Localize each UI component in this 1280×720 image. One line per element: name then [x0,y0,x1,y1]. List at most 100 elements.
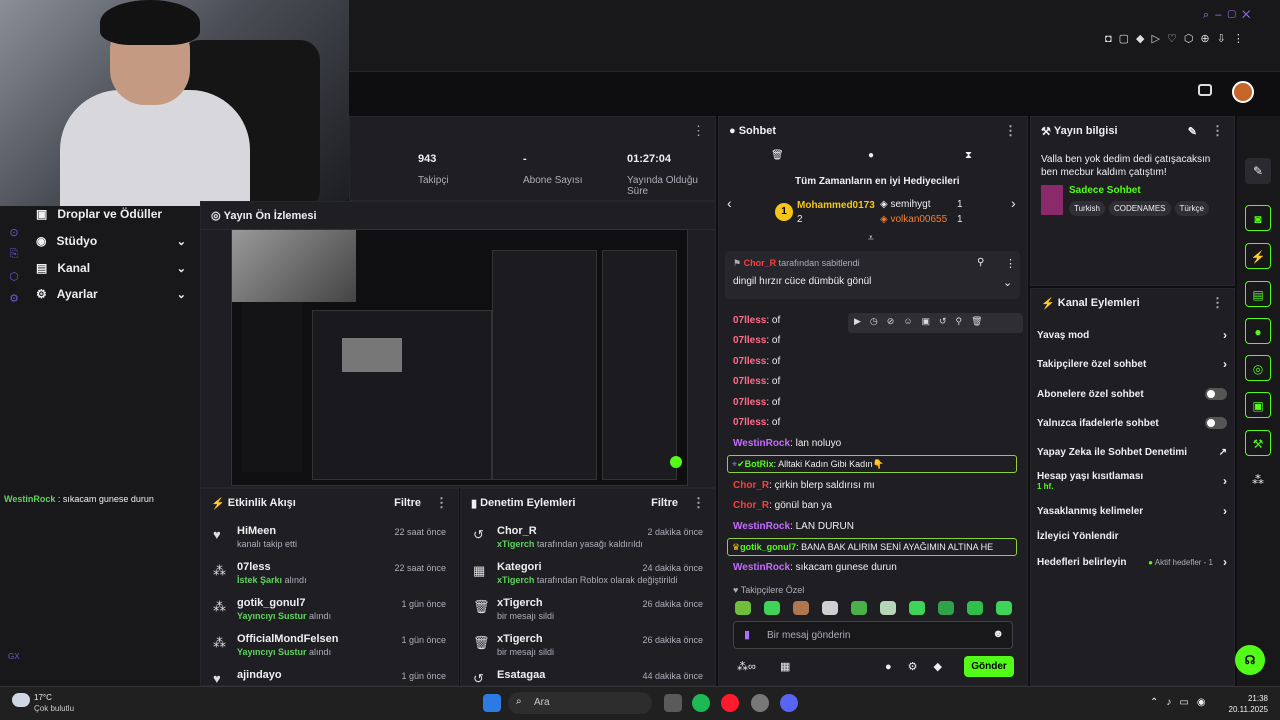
emote-icon[interactable] [735,601,751,615]
emote-icon[interactable] [880,601,896,615]
send-button[interactable]: Gönder [964,656,1014,677]
chat-user[interactable]: 07lless [733,397,766,408]
tag[interactable]: Türkçe [1174,201,1209,216]
chat-message[interactable]: 07lless: of [733,412,1013,432]
toggle-switch[interactable] [1205,388,1227,400]
chat-user[interactable]: WestinRock [733,562,790,573]
category-name[interactable]: Sadece Sohbet [1069,185,1141,196]
clock-date[interactable]: 20.11.2025 [1224,705,1268,714]
stream-info-menu-icon[interactable]: ⋮ [1211,123,1224,139]
chat-message[interactable]: WestinRock: sıkacam gunese durun [733,557,1013,577]
chat-bubble-icon[interactable]: ● [868,150,874,161]
document-icon[interactable]: ▤ [1245,281,1271,307]
chat-message-highlight[interactable]: ⌖ ✔ BotRix: Alltaki Kadın Gibi Kadın👇 [727,455,1017,473]
avatar[interactable] [1232,81,1254,103]
start-icon[interactable] [483,694,501,712]
chat-user[interactable]: 07lless [733,335,766,346]
nav-studio[interactable]: ◉ Stüdyo ⌄ [36,228,196,254]
chat-message[interactable]: WestinRock: LAN DURUN [733,516,1013,536]
moderation-filter-button[interactable]: Filtre [651,497,678,509]
chat-message-highlight[interactable]: ♛ gotik_gonul7: BANA BAK ALIRIM SENİ AYA… [727,538,1017,556]
pin-icon[interactable]: ⚲ [977,257,984,268]
nav-drops-rewards[interactable]: ▣ Droplar ve Ödüller [36,201,196,227]
activity-filter-button[interactable]: Filtre [394,497,421,509]
action-account-age[interactable]: Hesap yaşı kısıtlaması 1 hf. › [1037,467,1227,495]
trash-icon[interactable]: 🗑 [771,150,784,161]
chat-user[interactable]: Chor_R [733,500,769,511]
chat-message[interactable]: Chor_R: çirkin blerp saldırısı mı [733,475,1013,495]
stats-menu-icon[interactable]: ⋮ [692,123,705,139]
action-emote-only[interactable]: Yalnızca ifadelerle sohbet [1037,409,1227,437]
camera-icon[interactable]: ◙ [1245,205,1271,231]
chat-user[interactable]: gotik_gonul7 [740,542,796,552]
opera-gx-icon[interactable] [721,694,739,712]
layout-icon[interactable]: ▣ [1245,392,1271,418]
channel-actions-menu-icon[interactable]: ⋮ [1211,295,1224,311]
stream-manager-icon[interactable] [1198,84,1212,96]
task-view-icon[interactable] [664,694,682,712]
store-icon[interactable]: ▦ [780,660,790,673]
chat-menu-icon[interactable]: ⋮ [1004,123,1017,139]
emote-icon[interactable] [793,601,809,615]
window-controls[interactable]: ⌕ – ▢ ✕ [1203,9,1250,22]
chat-message[interactable]: Chor_R: gönül ban ya [733,495,1013,515]
clock-time[interactable]: 21:38 [1240,694,1268,703]
taskbar-search[interactable]: ⌕ Ara [508,692,652,714]
system-tray-icons[interactable]: ⌃♪▭◉ [1150,697,1214,708]
chat-icon[interactable]: ● [1245,318,1271,344]
action-ai-moderation[interactable]: Yapay Zeka ile Sohbet Denetimi ↗ [1037,438,1227,466]
action-goals[interactable]: Hedefleri belirleyin ● Aktif hedefler - 1… [1037,548,1227,576]
chat-user[interactable]: 07lless [733,315,766,326]
mic-icon[interactable]: ▮ [744,628,750,641]
collapse-icon[interactable]: ⩡ [868,233,874,244]
nav-settings[interactable]: ⚙ Ayarlar ⌄ [36,281,196,307]
action-subs-only[interactable]: Abonelere özel sohbet [1037,380,1227,408]
emote-icon[interactable] [822,601,838,615]
points-icon[interactable]: ⁂ [1245,467,1271,493]
chevron-left-icon[interactable]: ‹ [727,195,732,211]
chat-user[interactable]: BotRix [745,459,774,469]
browser-toolbar-icons[interactable]: ◘▢◆▷♡⬡⊕⇩⋮ [1105,32,1251,45]
pinned-message[interactable]: ⚑ Chor_R tarafından sabitlendi dingil hı… [725,251,1020,299]
spotify-icon[interactable] [692,694,710,712]
discord-icon[interactable] [780,694,798,712]
action-banned-words[interactable]: Yasaklanmış kelimeler › [1037,497,1227,525]
chat-actions-icons[interactable]: ●⚙◆ [885,660,958,673]
chat-message[interactable]: 07lless: of [733,351,1013,371]
chat-user[interactable]: 07lless [733,417,766,428]
edit-icon[interactable]: ✎ [1188,125,1197,138]
chat-user[interactable]: 07lless [733,376,766,387]
chat-user[interactable]: 07lless [733,356,766,367]
emoji-icon[interactable]: ☻ [992,628,1004,640]
chat-message[interactable]: 07lless: of [733,330,1013,350]
action-raid[interactable]: İzleyici Yönlendir [1037,522,1227,550]
broadcast-icon[interactable]: ◎ [1245,355,1271,381]
points-infinity-icon[interactable]: ⁂∞ [737,660,756,673]
chat-input[interactable]: ▮ Bir mesaj gönderin ☻ [733,621,1013,649]
stream-preview[interactable] [231,229,688,486]
chevron-down-icon[interactable]: ⌄ [1003,276,1012,289]
support-icon[interactable]: ☊ [1235,645,1265,675]
chat-message[interactable]: WestinRock: lan noluyo [733,433,1013,453]
tag[interactable]: CODENAMES [1108,201,1171,216]
rail-icon-2[interactable]: ⎘ [0,248,28,270]
edit-icon[interactable]: ✎ [1245,158,1271,184]
chat-user[interactable]: WestinRock [733,438,790,449]
chevron-right-icon[interactable]: › [1011,195,1016,211]
emote-icon[interactable] [938,601,954,615]
rail-icon-1[interactable]: ⊙ [0,226,28,248]
action-slow-mode[interactable]: Yavaş mod › [1037,321,1227,349]
tag[interactable]: Turkish [1069,201,1105,216]
chat-message[interactable]: 07lless: of [733,371,1013,391]
chat-message[interactable]: 07lless: of [733,392,1013,412]
activity-menu-icon[interactable]: ⋮ [435,495,448,511]
nav-channel[interactable]: ▤ Kanal ⌄ [36,255,196,281]
chat-user[interactable]: Chor_R [733,480,769,491]
emote-icon[interactable] [996,601,1012,615]
lightning-icon[interactable]: ⚡ [1245,243,1271,269]
action-followers-only[interactable]: Takipçilere özel sohbet › [1037,350,1227,378]
chat-message[interactable]: 07lless: of [733,310,1013,330]
emote-icon[interactable] [967,601,983,615]
emote-icon[interactable] [764,601,780,615]
hourglass-icon[interactable]: ⧗ [965,150,972,161]
